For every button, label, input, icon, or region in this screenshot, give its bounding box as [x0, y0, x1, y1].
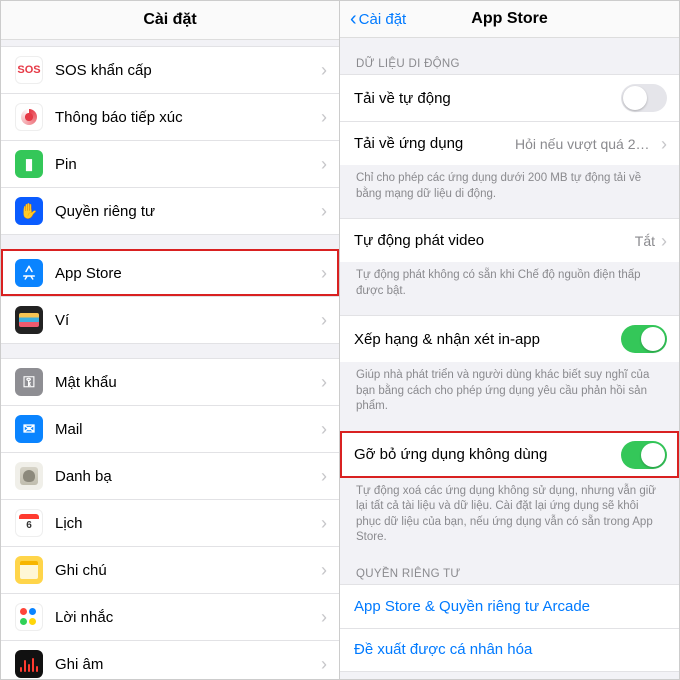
row-inapp-rating[interactable]: Xếp hạng & nhận xét in-app	[340, 315, 679, 362]
battery-icon: ▮	[15, 150, 43, 178]
row-label: Ghi âm	[55, 656, 321, 673]
row-label: Xếp hạng & nhận xét in-app	[354, 331, 621, 348]
row-label: Mật khẩu	[55, 374, 321, 391]
calendar-icon: 6	[15, 509, 43, 537]
row-wallet[interactable]: Ví ›	[1, 296, 339, 344]
row-voicememos[interactable]: Ghi âm ›	[1, 640, 339, 679]
row-label: Tải về ứng dụng	[354, 135, 515, 152]
row-calendar[interactable]: 6 Lịch ›	[1, 499, 339, 546]
row-label: Ví	[55, 312, 321, 329]
chevron-right-icon: ›	[321, 108, 327, 126]
chevron-right-icon: ›	[661, 135, 667, 153]
section-footer: Chỉ cho phép các ứng dụng dưới 200 MB tự…	[340, 165, 679, 204]
row-value: Hỏi nếu vượt quá 200...	[515, 136, 655, 152]
row-passwords[interactable]: ⚿ Mật khẩu ›	[1, 358, 339, 405]
contacts-icon	[15, 462, 43, 490]
chevron-right-icon: ›	[321, 420, 327, 438]
row-label: Gỡ bỏ ứng dụng không dùng	[354, 446, 621, 463]
row-label: Lời nhắc	[55, 609, 321, 626]
row-personalized-recommendations[interactable]: Đề xuất được cá nhân hóa	[340, 628, 679, 672]
row-label: Đề xuất được cá nhân hóa	[354, 641, 667, 658]
row-video-autoplay[interactable]: Tự động phát video Tắt ›	[340, 218, 679, 262]
row-label: Ghi chú	[55, 562, 321, 579]
chevron-right-icon: ›	[321, 561, 327, 579]
row-notes[interactable]: Ghi chú ›	[1, 546, 339, 593]
row-label: Lịch	[55, 515, 321, 532]
mail-icon: ✉	[15, 415, 43, 443]
chevron-right-icon: ›	[321, 155, 327, 173]
section-footer: Tự động xoá các ứng dụng không sử dụng, …	[340, 478, 679, 548]
exposure-icon	[15, 103, 43, 131]
row-contacts[interactable]: Danh bạ ›	[1, 452, 339, 499]
chevron-right-icon: ›	[321, 61, 327, 79]
row-offload-unused-apps[interactable]: Gỡ bỏ ứng dụng không dùng	[340, 431, 679, 478]
row-label: Thông báo tiếp xúc	[55, 109, 321, 126]
row-mail[interactable]: ✉ Mail ›	[1, 405, 339, 452]
toggle-auto-download[interactable]	[621, 84, 667, 112]
chevron-right-icon: ›	[321, 514, 327, 532]
row-app-store[interactable]: App Store ›	[1, 249, 339, 296]
row-sos[interactable]: SOS SOS khẩn cấp ›	[1, 46, 339, 93]
chevron-right-icon: ›	[321, 311, 327, 329]
wallet-icon	[15, 306, 43, 334]
chevron-right-icon: ›	[321, 655, 327, 673]
chevron-right-icon: ›	[321, 467, 327, 485]
chevron-right-icon: ›	[321, 373, 327, 391]
voicememos-icon	[15, 650, 43, 678]
chevron-left-icon: ‹	[350, 9, 357, 29]
row-label: App Store & Quyền riêng tư Arcade	[354, 598, 667, 615]
reminders-icon	[15, 603, 43, 631]
row-label: Pin	[55, 156, 321, 173]
chevron-right-icon: ›	[321, 608, 327, 626]
nav-header: ‹ Cài đặt App Store	[340, 1, 679, 38]
row-privacy[interactable]: ✋ Quyền riêng tư ›	[1, 187, 339, 235]
row-auto-download[interactable]: Tải về tự động	[340, 74, 679, 121]
toggle-inapp-rating[interactable]	[621, 325, 667, 353]
chevron-right-icon: ›	[321, 264, 327, 282]
appstore-settings-list[interactable]: DỮ LIỆU DI ĐỘNG Tải về tự động Tải về ứn…	[340, 38, 679, 679]
page-title: Cài đặt	[1, 1, 339, 40]
row-value: Tắt	[635, 233, 655, 249]
row-label: Tải về tự động	[354, 90, 621, 107]
row-reminders[interactable]: Lời nhắc ›	[1, 593, 339, 640]
row-label: Mail	[55, 421, 321, 438]
row-label: App Store	[55, 265, 321, 282]
section-header-privacy: QUYỀN RIÊNG TƯ	[340, 562, 679, 584]
settings-list[interactable]: SOS SOS khẩn cấp › Thông báo tiếp xúc › …	[1, 40, 339, 679]
row-exposure[interactable]: Thông báo tiếp xúc ›	[1, 93, 339, 140]
row-app-downloads[interactable]: Tải về ứng dụng Hỏi nếu vượt quá 200... …	[340, 121, 679, 165]
toggle-offload-unused-apps[interactable]	[621, 441, 667, 469]
row-label: SOS khẩn cấp	[55, 62, 321, 79]
notes-icon	[15, 556, 43, 584]
section-header-mobile-data: DỮ LIỆU DI ĐỘNG	[340, 52, 679, 74]
appstore-settings-screen: ‹ Cài đặt App Store DỮ LIỆU DI ĐỘNG Tải …	[340, 0, 680, 680]
row-label: Danh bạ	[55, 468, 321, 485]
row-label: Tự động phát video	[354, 232, 635, 249]
settings-screen: Cài đặt SOS SOS khẩn cấp › Thông báo tiế…	[0, 0, 340, 680]
appstore-icon	[15, 259, 43, 287]
chevron-right-icon: ›	[661, 232, 667, 250]
back-button[interactable]: ‹ Cài đặt	[350, 9, 406, 29]
section-footer: Tự động phát không có sẵn khi Chế độ ngu…	[340, 262, 679, 301]
row-label: Quyền riêng tư	[55, 203, 321, 220]
section-footer: Giúp nhà phát triển và người dùng khác b…	[340, 362, 679, 417]
chevron-right-icon: ›	[321, 202, 327, 220]
sos-icon: SOS	[15, 56, 43, 84]
row-appstore-arcade-privacy[interactable]: App Store & Quyền riêng tư Arcade	[340, 584, 679, 628]
key-icon: ⚿	[15, 368, 43, 396]
privacy-hand-icon: ✋	[15, 197, 43, 225]
back-label: Cài đặt	[359, 11, 407, 28]
row-battery[interactable]: ▮ Pin ›	[1, 140, 339, 187]
